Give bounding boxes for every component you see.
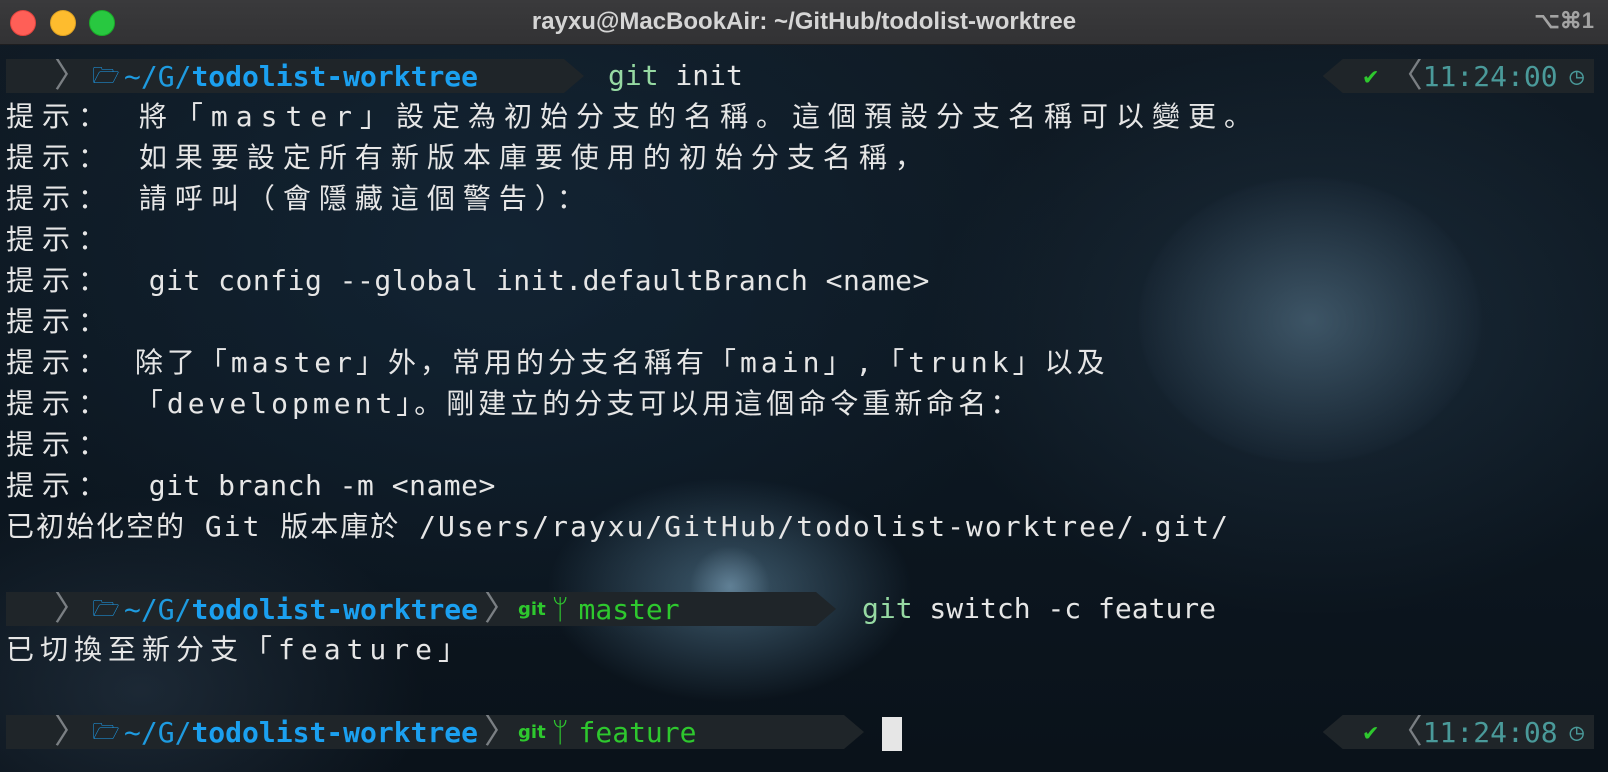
- path-repo: todolist-worktree: [191, 715, 479, 749]
- branch-name: master: [578, 592, 680, 626]
- clock-icon: ◷: [1569, 717, 1584, 746]
- prompt-segment-right: ✔ 〈 11:24:00 ◷: [1322, 59, 1594, 93]
- path-prefix: ~/G/: [124, 715, 192, 749]
- output-line: 提示： git branch -m <name>: [6, 469, 496, 502]
- path-prefix: ~/G/: [124, 592, 192, 626]
- git-icon: git: [518, 721, 546, 743]
- output-line: 已切換至新分支「feature」: [6, 633, 473, 666]
- prompt-segment-right: ✔ 〈 11:24:08 ◷: [1322, 715, 1594, 749]
- terminal-window: rayxu@MacBookAir: ~/GitHub/todolist-work…: [0, 0, 1608, 772]
- clock-icon: ◷: [1569, 61, 1584, 90]
- check-icon: ✔: [1363, 717, 1378, 746]
- path-repo: todolist-worktree: [191, 592, 479, 626]
- chevron-right-icon: 〉: [54, 55, 88, 96]
- output-line: 提示： git config --global init.defaultBran…: [6, 264, 930, 297]
- prompt-time: 11:24:00: [1422, 59, 1558, 93]
- path-repo: todolist-worktree: [191, 59, 479, 93]
- window-title: rayxu@MacBookAir: ~/GitHub/todolist-work…: [531, 8, 1077, 35]
- prompt-time: 11:24:08: [1422, 715, 1558, 749]
- git-branch-icon: ᛘ: [551, 592, 569, 626]
- git-icon: git: [518, 598, 546, 620]
- output-line: 提示： 如果要設定所有新版本庫要使用的初始分支名稱，: [6, 141, 931, 174]
- folder-open-icon: 🗁: [92, 63, 120, 89]
- output-line: 提示：: [6, 223, 115, 256]
- chevron-right-icon: 〉: [484, 588, 519, 629]
- command-text: git init: [608, 59, 743, 92]
- output-line: 提示：: [6, 428, 115, 461]
- folder-open-icon: 🗁: [92, 719, 120, 745]
- prompt-line: 〉 🗁 ~/G/todolist-worktree 〉 git ᛘ master…: [0, 588, 1608, 629]
- output-line: 已初始化空的 Git 版本庫於 /Users/rayxu/GitHub/todo…: [6, 510, 1231, 543]
- git-branch-icon: ᛘ: [551, 715, 569, 749]
- prompt-line: 〉 🗁 ~/G/todolist-worktree git init ✔ 〈 1…: [0, 55, 1608, 96]
- output-line: 提示： 「development」。剛建立的分支可以用這個命令重新命名：: [6, 387, 1023, 420]
- path-prefix: ~/G/: [124, 59, 192, 93]
- output-line: 提示： 請呼叫（會隱藏這個警告）：: [6, 182, 593, 215]
- chevron-right-icon: 〉: [54, 588, 88, 629]
- prompt-line: 〉 🗁 ~/G/todolist-worktree 〉 git ᛘ featur…: [0, 711, 1608, 752]
- output-line: 提示： 將「master」設定為初始分支的名稱。這個預設分支名稱可以變更。: [6, 100, 1261, 133]
- window-shortcut: ⌥⌘1: [1534, 8, 1594, 33]
- chevron-right-icon: 〉: [54, 711, 88, 752]
- text-cursor[interactable]: [882, 717, 902, 751]
- chevron-left-icon: 〈: [1388, 55, 1423, 96]
- terminal-content[interactable]: 〉 🗁 ~/G/todolist-worktree git init ✔ 〈 1…: [0, 55, 1608, 752]
- chevron-left-icon: 〈: [1388, 711, 1423, 752]
- prompt-segment-left: 〉 🗁 ~/G/todolist-worktree: [6, 59, 584, 93]
- branch-name: feature: [578, 715, 697, 749]
- output-line: 提示：: [6, 305, 115, 338]
- chevron-right-icon: 〉: [484, 711, 519, 752]
- folder-open-icon: 🗁: [92, 596, 120, 622]
- check-icon: ✔: [1363, 61, 1378, 90]
- output-line: 提示： 除了「master」外，常用的分支名稱有「main」,「trunk」以及: [6, 346, 1109, 379]
- command-text: git switch -c feature: [862, 592, 1217, 625]
- prompt-segment-left: 〉 🗁 ~/G/todolist-worktree 〉 git ᛘ master: [6, 592, 836, 626]
- prompt-segment-left: 〉 🗁 ~/G/todolist-worktree 〉 git ᛘ featur…: [6, 715, 864, 749]
- title-bar: rayxu@MacBookAir: ~/GitHub/todolist-work…: [0, 0, 1608, 45]
